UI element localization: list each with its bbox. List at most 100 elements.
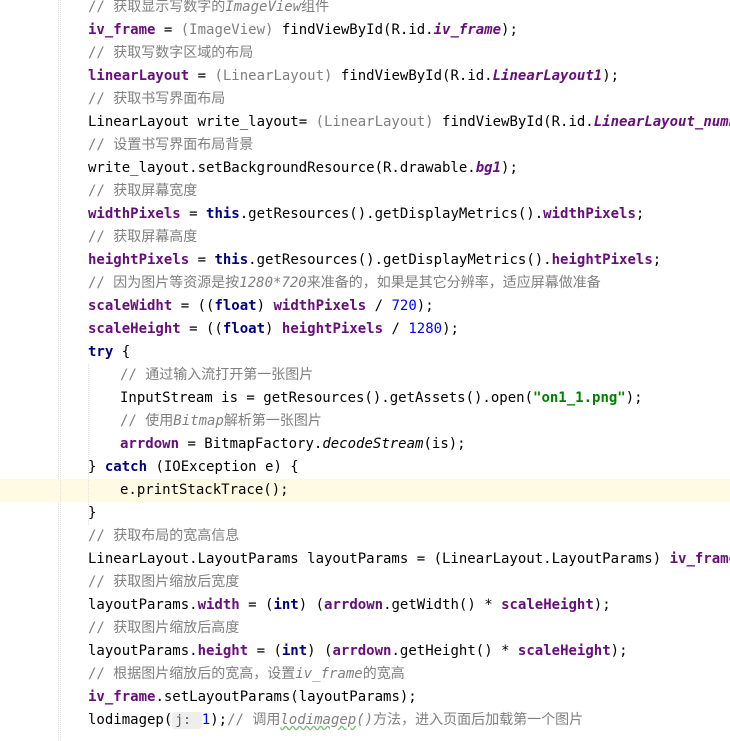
code-token: = BitmapFactory. xyxy=(179,436,323,452)
code-token: 1280 xyxy=(408,321,443,337)
code-token: 的宽高 xyxy=(362,666,405,682)
code-token: "on1_1.png" xyxy=(533,390,626,406)
code-token: // 通过输入流打开第一张图片 xyxy=(120,367,314,383)
code-line[interactable]: layoutParams.width = (int) (arrdown.getW… xyxy=(0,594,730,617)
code-line[interactable]: // 获取图片缩放后宽度 xyxy=(0,571,730,594)
code-token: 组件 xyxy=(301,0,330,15)
code-line[interactable]: // 获取布局的宽高信息 xyxy=(0,525,730,548)
code-token: ); xyxy=(610,643,628,659)
code-line[interactable]: } catch (IOException e) { xyxy=(0,456,730,479)
code-token: ); xyxy=(501,22,518,38)
code-token: LinearLayout_number xyxy=(593,114,730,130)
code-line-current[interactable]: e.printStackTrace(); xyxy=(0,479,730,502)
code-line[interactable]: // 获取书写界面布局 xyxy=(0,88,730,111)
code-token: // 获取屏幕宽度 xyxy=(88,183,198,199)
code-token: write_layout.setBackgroundResource(R.dra… xyxy=(88,160,476,176)
code-line[interactable]: iv_frame = (ImageView) findViewById(R.id… xyxy=(0,19,730,42)
parameter-hint: j: xyxy=(172,712,202,729)
code-token: iv_frame xyxy=(295,666,363,682)
code-token: ); xyxy=(593,597,611,613)
code-token: widthPixels xyxy=(88,206,181,222)
code-token: = (( xyxy=(172,298,215,314)
code-line[interactable]: try { xyxy=(0,341,730,364)
code-token: ); xyxy=(442,321,459,337)
code-token: scaleHeight xyxy=(88,321,181,337)
code-token: // 获取布局的宽高信息 xyxy=(88,528,240,544)
code-line[interactable]: // 获取图片缩放后高度 xyxy=(0,617,730,640)
code-line[interactable]: // 因为图片等资源是按1280*720来准备的，如果是其它分辨率，适应屏幕做准… xyxy=(0,272,730,295)
code-token: width xyxy=(197,597,240,613)
code-line[interactable]: widthPixels = this.getResources().getDis… xyxy=(0,203,730,226)
code-line[interactable]: // 使用Bitmap解析第一张图片 xyxy=(0,410,730,433)
code-token: this xyxy=(214,252,249,268)
code-line[interactable]: scaleHeight = ((float) heightPixels / 12… xyxy=(0,318,730,341)
code-token: 方法，进入页面后加载第一个图片 xyxy=(373,712,584,728)
code-token: ; xyxy=(652,252,662,268)
code-token: arrdown xyxy=(324,597,384,613)
code-token: .getResources().getDisplayMetrics(). xyxy=(239,206,544,222)
code-token: height xyxy=(197,643,249,659)
code-token: (is); xyxy=(423,436,466,452)
code-line[interactable]: // 根据图片缩放后的宽高，设置iv_frame的宽高 xyxy=(0,663,730,686)
code-token: ) ( xyxy=(298,597,325,613)
code-token: arrdown xyxy=(120,436,180,452)
code-line[interactable]: write_layout.setBackgroundResource(R.dra… xyxy=(0,157,730,180)
code-token: int xyxy=(281,643,308,659)
code-line[interactable]: arrdown = BitmapFactory.decodeStream(is)… xyxy=(0,433,730,456)
code-token: / xyxy=(383,321,409,337)
code-line[interactable]: // 获取写数字区域的布局 xyxy=(0,42,730,65)
code-token: ImageView xyxy=(225,0,302,15)
code-token: float xyxy=(214,298,257,314)
code-token: .getResources().getDisplayMetrics(). xyxy=(248,252,552,268)
code-line[interactable]: scaleWidht = ((float) widthPixels / 720)… xyxy=(0,295,730,318)
code-token: LinearLayout write_layout= xyxy=(88,114,316,130)
code-token: LinearLayout.LayoutParams layoutParams =… xyxy=(88,551,670,567)
code-line[interactable]: // 获取屏幕宽度 xyxy=(0,180,730,203)
code-token: heightPixels xyxy=(88,252,190,268)
code-token: = (( xyxy=(180,321,223,337)
code-token: iv_frame xyxy=(88,689,156,705)
code-token: () xyxy=(356,712,374,728)
code-token: // 根据图片缩放后的宽高，设置 xyxy=(88,666,296,682)
code-line[interactable]: layoutParams.height = (int) (arrdown.get… xyxy=(0,640,730,663)
code-line[interactable]: // 获取屏幕高度 xyxy=(0,226,730,249)
code-line[interactable]: // 通过输入流打开第一张图片 xyxy=(0,364,730,387)
code-line[interactable]: linearLayout = (LinearLayout) findViewBy… xyxy=(0,65,730,88)
code-editor[interactable]: // 获取显示写数字的ImageView组件 iv_frame = (ImageV… xyxy=(0,0,730,741)
code-token: // 获取屏幕高度 xyxy=(88,229,198,245)
code-token: (LinearLayout) xyxy=(315,114,434,130)
code-area[interactable]: // 获取显示写数字的ImageView组件 iv_frame = (ImageV… xyxy=(0,0,730,741)
code-token: linearLayout xyxy=(88,68,190,84)
code-token: scaleHeight xyxy=(501,597,594,613)
code-token: catch xyxy=(104,459,148,475)
code-line[interactable]: heightPixels = this.getResources().getDi… xyxy=(0,249,730,272)
code-token: try xyxy=(88,344,114,360)
code-line[interactable]: } xyxy=(0,502,730,525)
code-token: // 设置书写界面布局背景 xyxy=(88,137,254,153)
code-line[interactable]: InputStream is = getResources().getAsset… xyxy=(0,387,730,410)
code-token: .getHeight() * xyxy=(391,643,518,659)
code-token: .getWidth() * xyxy=(383,597,502,613)
code-token: ); xyxy=(210,712,228,728)
code-line[interactable]: iv_frame.setLayoutParams(layoutParams); xyxy=(0,686,730,709)
indent-guide xyxy=(88,364,89,525)
code-line[interactable]: // 设置书写界面布局背景 xyxy=(0,134,730,157)
code-token: lodimagep xyxy=(280,712,357,728)
code-token: bg1 xyxy=(475,160,502,176)
code-token: // 获取图片缩放后宽度 xyxy=(88,574,240,590)
code-token: findViewById(R.id. xyxy=(332,68,493,84)
code-token: ); xyxy=(625,390,643,406)
code-line[interactable]: // 获取显示写数字的ImageView组件 xyxy=(0,0,730,19)
code-token: scaleWidht xyxy=(88,298,173,314)
code-token: float xyxy=(222,321,266,337)
code-line[interactable]: LinearLayout.LayoutParams layoutParams =… xyxy=(0,548,730,571)
code-token: { xyxy=(113,344,131,360)
code-token: // 使用 xyxy=(120,413,174,429)
code-token: iv_frame xyxy=(88,22,156,38)
code-token: (IOException e) { xyxy=(147,459,299,475)
code-line[interactable]: lodimagep(j: 1);// 调用lodimagep()方法，进入页面后… xyxy=(0,709,730,732)
code-token: ) ( xyxy=(307,643,333,659)
code-line[interactable]: LinearLayout write_layout= (LinearLayout… xyxy=(0,111,730,134)
code-token: = ( xyxy=(248,643,282,659)
code-token: = xyxy=(180,206,207,222)
